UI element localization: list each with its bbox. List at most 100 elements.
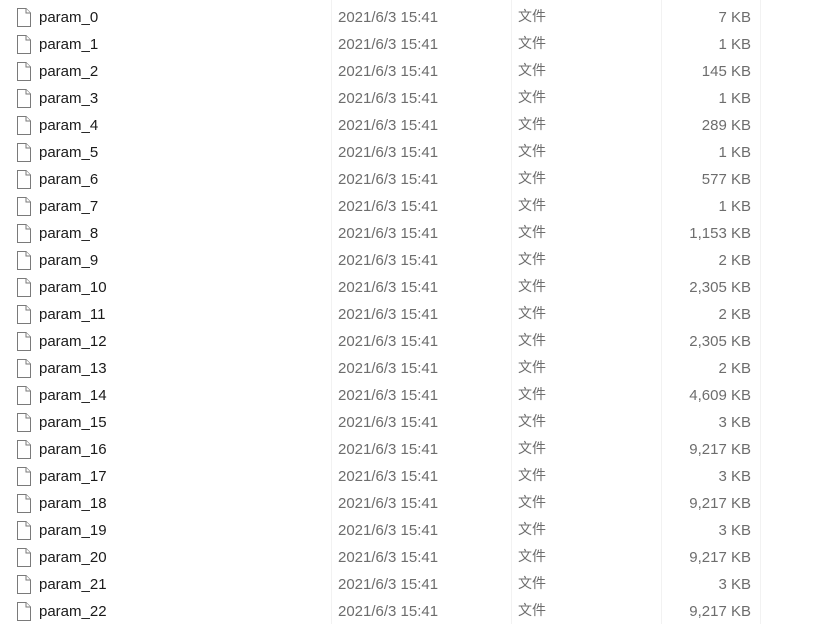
file-row-param_17[interactable]: param_17 2021/6/3 15:41 文件 3 KB bbox=[0, 463, 835, 490]
file-type: 文件 bbox=[518, 333, 546, 349]
file-name: param_22 bbox=[39, 603, 107, 620]
file-row-param_4[interactable]: param_4 2021/6/3 15:41 文件 289 KB bbox=[0, 112, 835, 139]
file-type: 文件 bbox=[518, 225, 546, 241]
file-name: param_18 bbox=[39, 495, 107, 512]
file-modified-date: 2021/6/3 15:41 bbox=[338, 576, 439, 593]
file-size: 1 KB bbox=[718, 198, 751, 215]
file-type: 文件 bbox=[518, 144, 546, 160]
file-name: param_3 bbox=[39, 90, 99, 107]
file-modified-date: 2021/6/3 15:41 bbox=[338, 549, 439, 566]
file-size: 9,217 KB bbox=[689, 495, 751, 512]
file-size: 1 KB bbox=[718, 90, 751, 107]
file-row-param_15[interactable]: param_15 2021/6/3 15:41 文件 3 KB bbox=[0, 409, 835, 436]
file-row-param_11[interactable]: param_11 2021/6/3 15:41 文件 2 KB bbox=[0, 301, 835, 328]
file-modified-date: 2021/6/3 15:41 bbox=[338, 387, 439, 404]
file-type: 文件 bbox=[518, 171, 546, 187]
file-size: 3 KB bbox=[718, 414, 751, 431]
file-size: 2,305 KB bbox=[689, 279, 751, 296]
file-icon bbox=[16, 224, 32, 243]
file-size: 2 KB bbox=[718, 360, 751, 377]
file-type: 文件 bbox=[518, 198, 546, 214]
file-row-param_6[interactable]: param_6 2021/6/3 15:41 文件 577 KB bbox=[0, 166, 835, 193]
file-type: 文件 bbox=[518, 414, 546, 430]
file-size: 145 KB bbox=[701, 63, 751, 80]
file-modified-date: 2021/6/3 15:41 bbox=[338, 90, 439, 107]
file-name: param_21 bbox=[39, 576, 107, 593]
file-type: 文件 bbox=[518, 36, 546, 52]
file-modified-date: 2021/6/3 15:41 bbox=[338, 306, 439, 323]
file-row-param_1[interactable]: param_1 2021/6/3 15:41 文件 1 KB bbox=[0, 31, 835, 58]
file-row-param_3[interactable]: param_3 2021/6/3 15:41 文件 1 KB bbox=[0, 85, 835, 112]
file-icon bbox=[16, 386, 32, 405]
file-size: 7 KB bbox=[718, 9, 751, 26]
file-size: 9,217 KB bbox=[689, 441, 751, 458]
file-name: param_9 bbox=[39, 252, 99, 269]
file-modified-date: 2021/6/3 15:41 bbox=[338, 495, 439, 512]
file-size: 4,609 KB bbox=[689, 387, 751, 404]
file-row-param_0[interactable]: param_0 2021/6/3 15:41 文件 7 KB bbox=[0, 4, 835, 31]
file-name: param_16 bbox=[39, 441, 107, 458]
file-type: 文件 bbox=[518, 9, 546, 25]
file-type: 文件 bbox=[518, 90, 546, 106]
file-size: 3 KB bbox=[718, 522, 751, 539]
file-icon bbox=[16, 440, 32, 459]
file-row-param_19[interactable]: param_19 2021/6/3 15:41 文件 3 KB bbox=[0, 517, 835, 544]
file-row-param_22[interactable]: param_22 2021/6/3 15:41 文件 9,217 KB bbox=[0, 598, 835, 625]
file-row-param_7[interactable]: param_7 2021/6/3 15:41 文件 1 KB bbox=[0, 193, 835, 220]
file-list: param_0 2021/6/3 15:41 文件 7 KB param_1 2… bbox=[0, 4, 835, 625]
file-row-param_8[interactable]: param_8 2021/6/3 15:41 文件 1,153 KB bbox=[0, 220, 835, 247]
file-name: param_20 bbox=[39, 549, 107, 566]
file-modified-date: 2021/6/3 15:41 bbox=[338, 252, 439, 269]
file-name: param_12 bbox=[39, 333, 107, 350]
file-modified-date: 2021/6/3 15:41 bbox=[338, 225, 439, 242]
file-type: 文件 bbox=[518, 117, 546, 133]
file-modified-date: 2021/6/3 15:41 bbox=[338, 360, 439, 377]
file-type: 文件 bbox=[518, 63, 546, 79]
file-icon bbox=[16, 359, 32, 378]
file-name: param_14 bbox=[39, 387, 107, 404]
file-row-param_9[interactable]: param_9 2021/6/3 15:41 文件 2 KB bbox=[0, 247, 835, 274]
file-row-param_21[interactable]: param_21 2021/6/3 15:41 文件 3 KB bbox=[0, 571, 835, 598]
file-size: 9,217 KB bbox=[689, 603, 751, 620]
file-modified-date: 2021/6/3 15:41 bbox=[338, 9, 439, 26]
file-name: param_17 bbox=[39, 468, 107, 485]
file-type: 文件 bbox=[518, 576, 546, 592]
file-row-param_13[interactable]: param_13 2021/6/3 15:41 文件 2 KB bbox=[0, 355, 835, 382]
file-type: 文件 bbox=[518, 468, 546, 484]
file-modified-date: 2021/6/3 15:41 bbox=[338, 36, 439, 53]
file-type: 文件 bbox=[518, 360, 546, 376]
file-icon bbox=[16, 278, 32, 297]
file-modified-date: 2021/6/3 15:41 bbox=[338, 441, 439, 458]
file-size: 1,153 KB bbox=[689, 225, 751, 242]
file-type: 文件 bbox=[518, 549, 546, 565]
file-icon bbox=[16, 494, 32, 513]
file-icon bbox=[16, 548, 32, 567]
file-row-param_12[interactable]: param_12 2021/6/3 15:41 文件 2,305 KB bbox=[0, 328, 835, 355]
file-row-param_2[interactable]: param_2 2021/6/3 15:41 文件 145 KB bbox=[0, 58, 835, 85]
file-icon bbox=[16, 143, 32, 162]
file-size: 9,217 KB bbox=[689, 549, 751, 566]
file-row-param_10[interactable]: param_10 2021/6/3 15:41 文件 2,305 KB bbox=[0, 274, 835, 301]
file-type: 文件 bbox=[518, 441, 546, 457]
file-name: param_15 bbox=[39, 414, 107, 431]
file-name: param_7 bbox=[39, 198, 99, 215]
file-icon bbox=[16, 197, 32, 216]
file-modified-date: 2021/6/3 15:41 bbox=[338, 603, 439, 620]
file-type: 文件 bbox=[518, 603, 546, 619]
file-icon bbox=[16, 413, 32, 432]
file-modified-date: 2021/6/3 15:41 bbox=[338, 63, 439, 80]
file-modified-date: 2021/6/3 15:41 bbox=[338, 198, 439, 215]
file-row-param_5[interactable]: param_5 2021/6/3 15:41 文件 1 KB bbox=[0, 139, 835, 166]
file-icon bbox=[16, 35, 32, 54]
file-name: param_19 bbox=[39, 522, 107, 539]
file-row-param_18[interactable]: param_18 2021/6/3 15:41 文件 9,217 KB bbox=[0, 490, 835, 517]
file-name: param_1 bbox=[39, 36, 99, 53]
file-name: param_11 bbox=[39, 306, 106, 323]
file-row-param_14[interactable]: param_14 2021/6/3 15:41 文件 4,609 KB bbox=[0, 382, 835, 409]
file-name: param_5 bbox=[39, 144, 99, 161]
file-modified-date: 2021/6/3 15:41 bbox=[338, 117, 439, 134]
file-row-param_16[interactable]: param_16 2021/6/3 15:41 文件 9,217 KB bbox=[0, 436, 835, 463]
file-name: param_6 bbox=[39, 171, 99, 188]
file-modified-date: 2021/6/3 15:41 bbox=[338, 414, 439, 431]
file-row-param_20[interactable]: param_20 2021/6/3 15:41 文件 9,217 KB bbox=[0, 544, 835, 571]
